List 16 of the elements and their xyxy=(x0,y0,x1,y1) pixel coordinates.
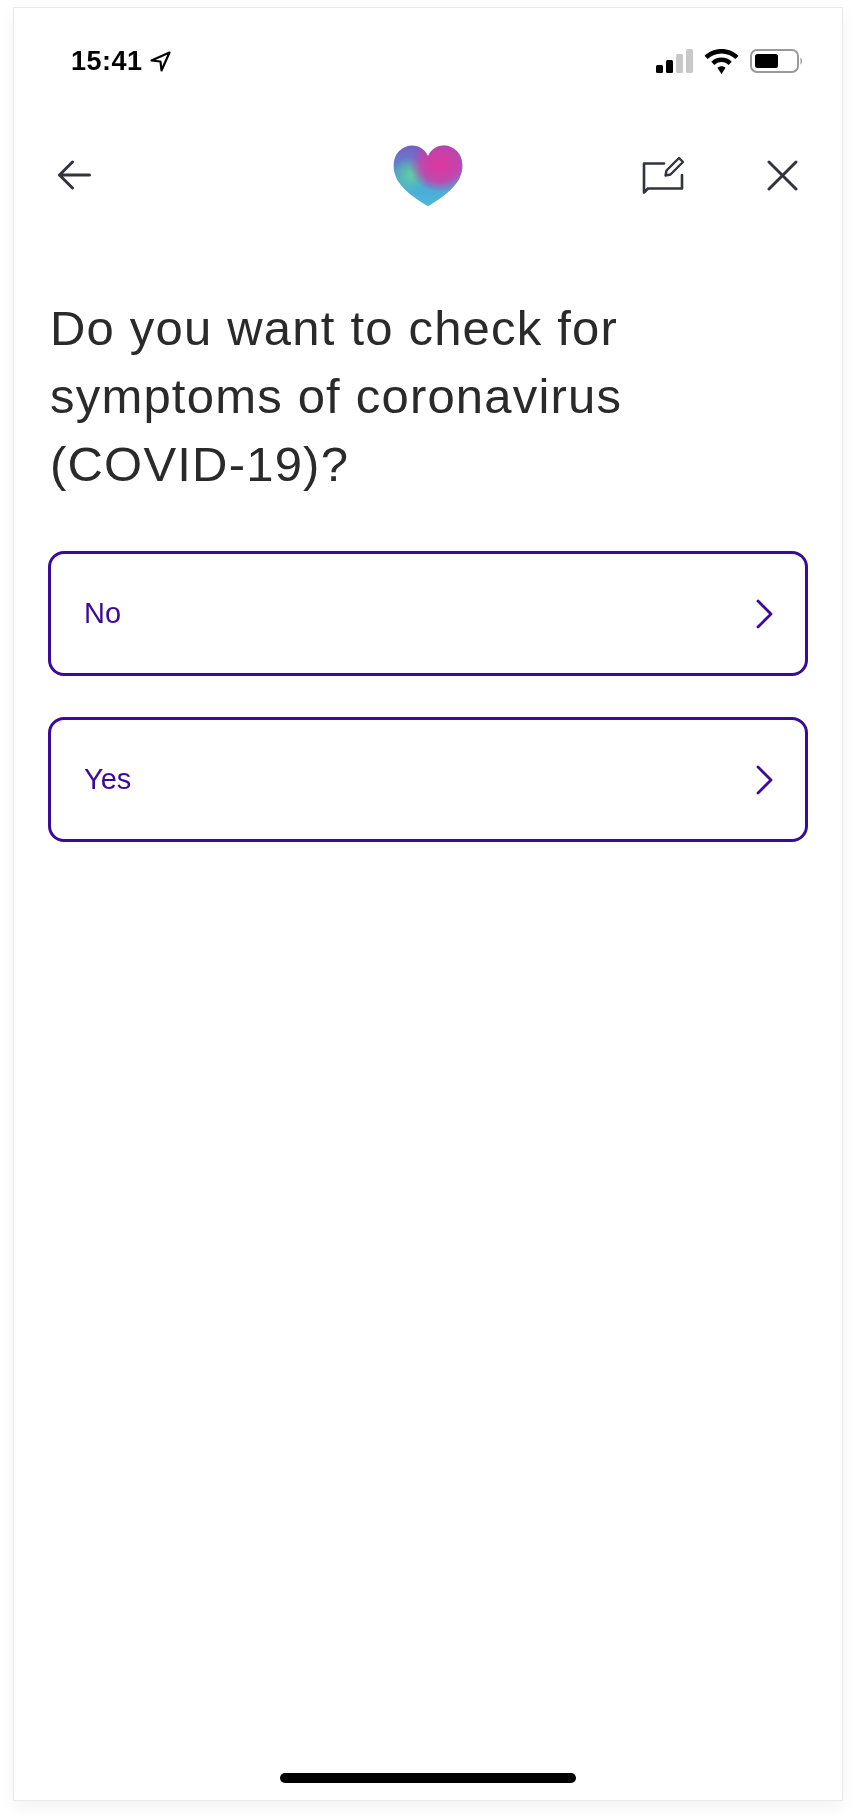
feedback-button[interactable] xyxy=(642,156,685,194)
back-button[interactable] xyxy=(57,160,91,190)
answer-option[interactable]: No xyxy=(48,551,808,676)
location-arrow-icon xyxy=(149,50,171,72)
chevron-right-icon xyxy=(756,764,773,795)
close-button[interactable] xyxy=(767,159,798,191)
close-icon xyxy=(767,159,798,191)
battery-icon xyxy=(750,49,803,73)
speech-bubble-pencil-icon xyxy=(642,156,685,194)
wifi-icon xyxy=(704,48,739,74)
answer-option[interactable]: Yes xyxy=(48,717,808,842)
chevron-right-icon xyxy=(756,598,773,629)
arrow-left-icon xyxy=(57,160,91,190)
question-title: Do you want to check for symptoms of coronavirus (COVID-19)? xyxy=(50,300,624,493)
signal-icon xyxy=(656,49,693,73)
status-time: 15:41 xyxy=(71,47,143,75)
